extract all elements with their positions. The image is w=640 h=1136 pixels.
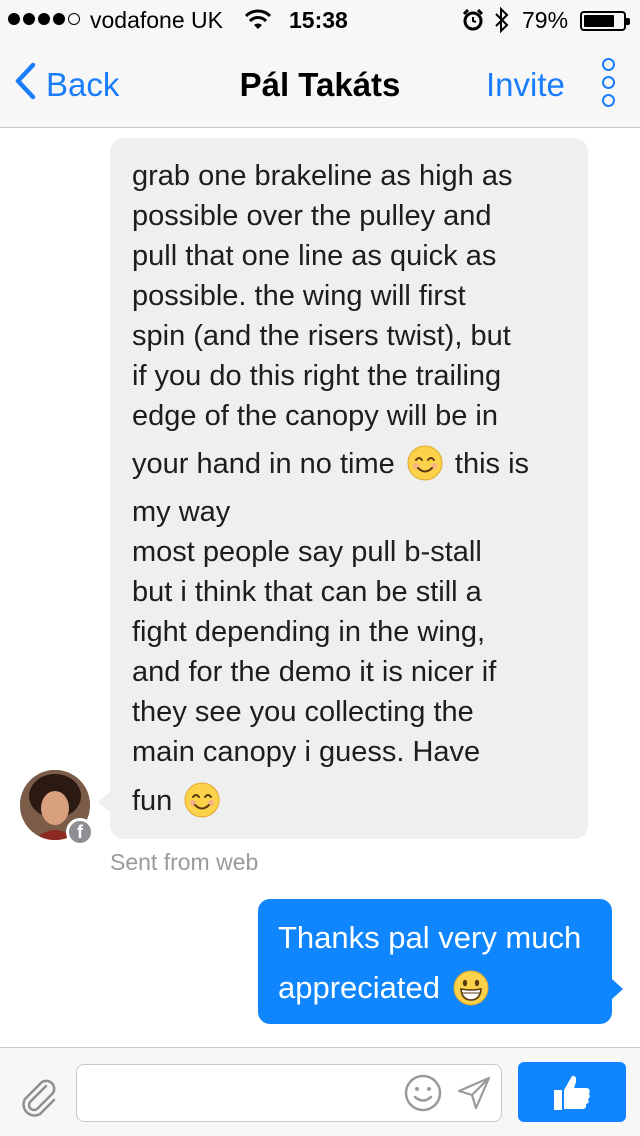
message-line: possible over the pulley and bbox=[132, 200, 492, 232]
sent-from-label: Sent from web bbox=[110, 849, 259, 875]
message-line: Thanks pal very much bbox=[278, 920, 582, 955]
message-line: my way bbox=[132, 496, 231, 528]
message-line: fight depending in the wing, bbox=[132, 616, 486, 648]
facebook-icon: f bbox=[66, 818, 94, 846]
message-line: possible. the wing will first bbox=[132, 280, 466, 312]
smiling-emoji-icon bbox=[407, 444, 443, 481]
message-line: edge of the canopy will be in bbox=[132, 400, 498, 432]
message-text: your hand in no time bbox=[132, 448, 395, 480]
incoming-message-bubble[interactable]: grab one brakeline as high as possible o… bbox=[110, 138, 588, 839]
message-line: most people say pull b-stall bbox=[132, 536, 482, 568]
message-line-with-emoji: fun bbox=[132, 772, 566, 830]
message-line-with-emoji: appreciated bbox=[278, 963, 592, 1013]
message-line: and for the demo it is nicer if bbox=[132, 656, 497, 688]
alarm-icon bbox=[462, 8, 484, 37]
clock: 15:38 bbox=[289, 7, 348, 33]
message-line: pull that one line as quick as bbox=[132, 240, 497, 272]
message-line: but i think that can be still a bbox=[132, 576, 482, 608]
message-text: fun bbox=[132, 785, 173, 817]
send-icon[interactable] bbox=[456, 1075, 492, 1111]
like-button[interactable] bbox=[518, 1062, 626, 1122]
message-text: this is bbox=[454, 448, 530, 480]
outgoing-bubble-tail bbox=[612, 979, 623, 999]
smiley-icon[interactable] bbox=[403, 1073, 443, 1113]
message-text: appreciated bbox=[278, 970, 441, 1005]
status-bar: vodafone UK 15:38 79% bbox=[0, 0, 640, 40]
signal-strength-icon bbox=[8, 13, 80, 25]
message-composer bbox=[0, 1047, 640, 1136]
carrier-label: vodafone UK bbox=[90, 7, 223, 33]
message-line: they see you collecting the bbox=[132, 696, 474, 728]
message-line: spin (and the risers twist), but bbox=[132, 320, 511, 352]
outgoing-message-bubble[interactable]: Thanks pal very much appreciated bbox=[258, 899, 612, 1024]
message-line: if you do this right the trailing bbox=[132, 360, 502, 392]
message-line: grab one brakeline as high as bbox=[132, 160, 513, 192]
more-options-icon[interactable] bbox=[597, 58, 619, 112]
smiling-emoji-icon bbox=[184, 780, 220, 818]
battery-icon bbox=[580, 11, 630, 31]
grinning-emoji-icon bbox=[453, 970, 489, 1006]
battery-percent: 79% bbox=[522, 7, 569, 33]
invite-button[interactable]: Invite bbox=[486, 66, 565, 104]
incoming-bubble-tail bbox=[98, 792, 110, 812]
wifi-icon bbox=[244, 9, 272, 37]
message-line-with-emoji: your hand in no time this is bbox=[132, 436, 566, 492]
paperclip-icon[interactable] bbox=[16, 1074, 60, 1118]
navigation-bar: Back Pál Takáts Invite bbox=[0, 40, 640, 128]
bluetooth-icon bbox=[494, 6, 510, 39]
message-line: main canopy i guess. Have bbox=[132, 736, 481, 768]
